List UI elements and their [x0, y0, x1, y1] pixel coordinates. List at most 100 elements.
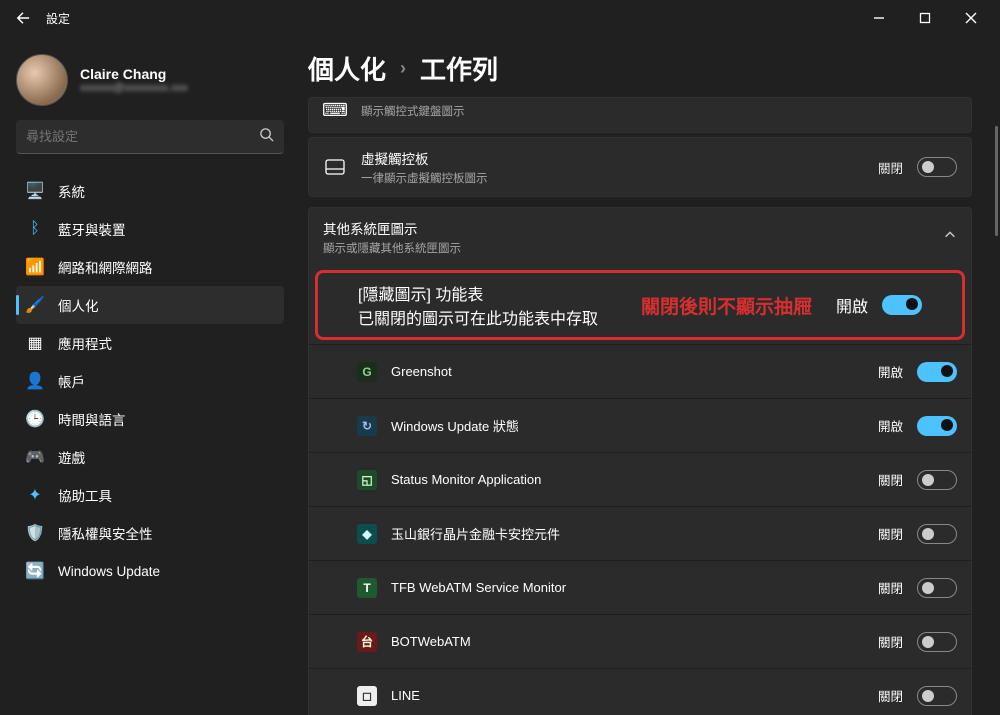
toggle-switch[interactable]	[917, 632, 957, 652]
nav-label: 帳戶	[58, 371, 85, 391]
virtual-touchpad-row[interactable]: 虛擬觸控板 一律顯示虛擬觸控板圖示 關閉	[308, 137, 972, 197]
minimize-button[interactable]	[856, 0, 902, 36]
nav-icon: ✦	[26, 486, 44, 504]
toggle-state: 開啟	[878, 362, 903, 381]
toggle-switch[interactable]	[917, 578, 957, 598]
nav-label: 應用程式	[58, 333, 112, 353]
touchpad-icon	[323, 155, 347, 179]
nav-list: 🖥️ 系統 ᛒ 藍牙與裝置 📶 網路和網際網路 🖌️ 個人化 ▦ 應用程式 👤 帳戶 🕒 時間與語言 🎮 遊戲…	[16, 172, 284, 590]
main-content: 個人化 › 工作列 ⌨ 顯示觸控式鍵盤圖示 虛擬觸控板 一律	[290, 36, 1000, 715]
nav-item-0[interactable]: 🖥️ 系統	[16, 172, 284, 210]
app-icon: ↻	[357, 416, 377, 436]
tray-item-row[interactable]: 台 BOTWebATM 關閉	[309, 614, 971, 668]
app-icon: ◱	[357, 470, 377, 490]
tray-item-label: Greenshot	[391, 364, 864, 379]
nav-label: Windows Update	[58, 564, 160, 579]
scrollbar[interactable]	[995, 126, 998, 236]
maximize-button[interactable]	[902, 0, 948, 36]
close-button[interactable]	[948, 0, 994, 36]
tray-item-label: LINE	[391, 688, 864, 703]
tray-item-row[interactable]: G Greenshot 開啟	[309, 344, 971, 398]
nav-icon: ▦	[26, 334, 44, 352]
tray-item-label: 玉山銀行晶片金融卡安控元件	[391, 524, 864, 543]
nav-item-2[interactable]: 📶 網路和網際網路	[16, 248, 284, 286]
tray-item-row[interactable]: ◻ LINE 關閉	[309, 668, 971, 715]
toggle-switch[interactable]	[917, 470, 957, 490]
toggle-state: 關閉	[878, 686, 903, 705]
user-email: xxxxxx@xxxxxxxx.xxx	[80, 82, 188, 94]
nav-item-8[interactable]: ✦ 協助工具	[16, 476, 284, 514]
nav-icon: 📶	[26, 258, 44, 276]
app-icon: 台	[357, 632, 377, 652]
nav-label: 協助工具	[58, 485, 112, 505]
nav-item-6[interactable]: 🕒 時間與語言	[16, 400, 284, 438]
nav-item-1[interactable]: ᛒ 藍牙與裝置	[16, 210, 284, 248]
breadcrumb: 個人化 › 工作列	[308, 50, 972, 87]
tray-item-row[interactable]: T TFB WebATM Service Monitor 關閉	[309, 560, 971, 614]
annotation-text: 關閉後則不顯示抽屜	[641, 292, 812, 319]
user-name: Claire Chang	[80, 66, 188, 82]
nav-item-7[interactable]: 🎮 遊戲	[16, 438, 284, 476]
nav-label: 藍牙與裝置	[58, 219, 126, 239]
app-icon: ◆	[357, 524, 377, 544]
group-header[interactable]: 其他系統匣圖示 顯示或隱藏其他系統匣圖示	[309, 208, 971, 266]
keyboard-icon: ⌨	[323, 98, 347, 122]
back-button[interactable]	[6, 1, 40, 35]
nav-icon: 👤	[26, 372, 44, 390]
window-title: 設定	[46, 10, 856, 27]
toggle-state: 關閉	[878, 632, 903, 651]
nav-label: 隱私權與安全性	[58, 523, 153, 543]
sidebar: Claire Chang xxxxxx@xxxxxxxx.xxx 🖥️ 系統 ᛒ 藍牙…	[0, 36, 290, 715]
app-icon: T	[357, 578, 377, 598]
nav-icon: 🖥️	[26, 182, 44, 200]
toggle-state: 關閉	[878, 470, 903, 489]
nav-label: 個人化	[58, 295, 99, 315]
nav-label: 系統	[58, 181, 85, 201]
chevron-up-icon	[943, 228, 957, 247]
search-icon	[259, 127, 274, 147]
nav-icon: ᛒ	[26, 220, 44, 238]
nav-item-9[interactable]: 🛡️ 隱私權與安全性	[16, 514, 284, 552]
nav-icon: 🛡️	[26, 524, 44, 542]
search-box[interactable]	[16, 120, 284, 154]
touch-keyboard-row-partial[interactable]: ⌨ 顯示觸控式鍵盤圖示	[308, 97, 972, 133]
titlebar: 設定	[0, 0, 1000, 36]
breadcrumb-current: 工作列	[420, 50, 498, 87]
tray-item-label: Status Monitor Application	[391, 472, 864, 487]
other-tray-icons-group: 其他系統匣圖示 顯示或隱藏其他系統匣圖示 [隱藏圖示] 功能表 已關閉的圖示可在…	[308, 207, 972, 715]
app-icon: G	[357, 362, 377, 382]
hidden-icons-menu-row[interactable]: [隱藏圖示] 功能表 已關閉的圖示可在此功能表中存取 關閉後則不顯示抽屜 開啟	[315, 270, 965, 340]
tray-item-label: TFB WebATM Service Monitor	[391, 580, 864, 595]
breadcrumb-parent[interactable]: 個人化	[308, 50, 386, 87]
nav-item-4[interactable]: ▦ 應用程式	[16, 324, 284, 362]
nav-icon: 🔄	[26, 562, 44, 580]
nav-label: 時間與語言	[58, 409, 126, 429]
toggle-hidden-icons-menu[interactable]	[882, 295, 922, 315]
toggle-state: 開啟	[878, 416, 903, 435]
nav-label: 遊戲	[58, 447, 85, 467]
nav-icon: 🕒	[26, 410, 44, 428]
chevron-right-icon: ›	[400, 58, 406, 79]
toggle-virtual-touchpad[interactable]	[917, 157, 957, 177]
nav-item-5[interactable]: 👤 帳戶	[16, 362, 284, 400]
toggle-state: 關閉	[878, 524, 903, 543]
tray-item-label: BOTWebATM	[391, 634, 864, 649]
nav-item-10[interactable]: 🔄 Windows Update	[16, 552, 284, 590]
toggle-switch[interactable]	[917, 362, 957, 382]
avatar	[16, 54, 68, 106]
nav-icon: 🎮	[26, 448, 44, 466]
tray-item-label: Windows Update 狀態	[391, 416, 864, 435]
tray-item-row[interactable]: ◱ Status Monitor Application 關閉	[309, 452, 971, 506]
tray-item-row[interactable]: ↻ Windows Update 狀態開啟	[309, 398, 971, 452]
nav-label: 網路和網際網路	[58, 257, 153, 277]
toggle-switch[interactable]	[917, 524, 957, 544]
profile[interactable]: Claire Chang xxxxxx@xxxxxxxx.xxx	[16, 54, 284, 106]
search-input[interactable]	[26, 129, 259, 144]
toggle-state: 關閉	[878, 578, 903, 597]
toggle-switch[interactable]	[917, 686, 957, 706]
app-icon: ◻	[357, 686, 377, 706]
nav-item-3[interactable]: 🖌️ 個人化	[16, 286, 284, 324]
toggle-switch[interactable]	[917, 416, 957, 436]
tray-item-row[interactable]: ◆ 玉山銀行晶片金融卡安控元件關閉	[309, 506, 971, 560]
nav-icon: 🖌️	[26, 296, 44, 314]
